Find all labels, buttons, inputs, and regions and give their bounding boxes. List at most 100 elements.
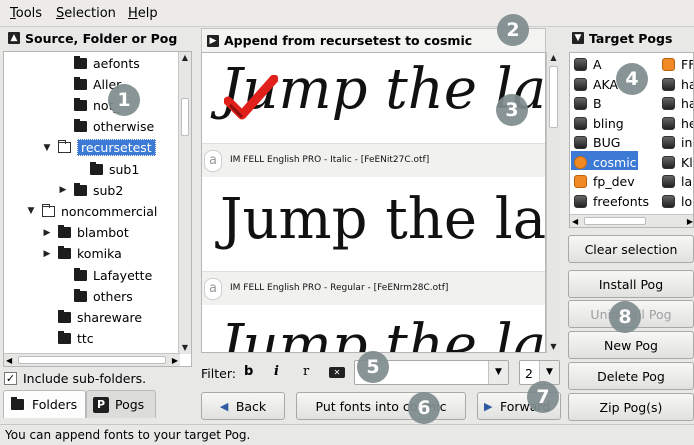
menu-help[interactable]: Help [128, 6, 158, 21]
append-panel-header: ▶ Append from recursetest to cosmic [201, 28, 546, 52]
include-subfolders-row[interactable]: ✓ Include sub-folders. [4, 371, 146, 386]
tree-item-label: sub1 [109, 161, 140, 177]
clear-filter-icon[interactable]: ✕ [329, 367, 345, 378]
tree-item[interactable]: aefonts [58, 53, 140, 73]
arrow-down-icon: ▼ [572, 32, 584, 44]
pog-item-label: Kl [681, 154, 693, 170]
pog-item[interactable]: in [662, 133, 692, 152]
font-type-icon: a [204, 278, 222, 300]
tree-item-label: ttc [77, 331, 94, 347]
font-sample-1[interactable]: Jump the lazy a IM FELL English PRO - It… [202, 53, 545, 183]
tree-item-label: shareware [77, 309, 143, 325]
tree-item[interactable]: others [58, 286, 133, 306]
tree-item-label: aefonts [93, 55, 140, 71]
pog-uninstalled-icon [662, 175, 675, 188]
pog-uninstalled-icon [574, 116, 587, 130]
arrow-left-icon: ◀ [219, 399, 229, 413]
tree-item-label: blambot [77, 225, 129, 241]
put-fonts-button[interactable]: Put fonts into cosmic [296, 392, 466, 420]
install-pog-button[interactable]: Install Pog [568, 270, 694, 298]
pog-uninstalled-icon [662, 136, 675, 149]
scroll-right-icon[interactable]: ▶ [687, 215, 693, 227]
preview-scrollbar[interactable]: ▲ ▼ [546, 52, 560, 353]
scroll-right-icon[interactable]: ▶ [172, 354, 178, 366]
pog-item-label: ha [681, 96, 693, 111]
zip-pogs-button[interactable]: Zip Pog(s) [568, 393, 694, 421]
expander-open-icon[interactable]: ▼ [26, 206, 36, 216]
pog-item-label: in [681, 135, 693, 150]
clear-selection-button[interactable]: Clear selection [568, 235, 694, 263]
scroll-left-icon[interactable]: ◀ [6, 354, 12, 366]
scrollbar-thumb[interactable] [549, 66, 558, 128]
pog-item[interactable]: ha [662, 75, 693, 94]
tree-item[interactable]: shareware [42, 307, 142, 327]
pogs-hscrollbar[interactable]: ◀ ▶ [570, 214, 693, 227]
pog-item[interactable]: la [662, 172, 692, 191]
filter-regular-button[interactable]: r [303, 364, 309, 379]
folder-icon [10, 396, 26, 413]
pog-item[interactable]: Kl [662, 153, 693, 172]
callout-6: 6 [408, 392, 440, 424]
pog-item[interactable]: A [574, 55, 602, 74]
pog-item[interactable]: bling [574, 114, 624, 133]
tab-folders[interactable]: Folders [3, 390, 86, 418]
pog-item[interactable]: AKA [574, 75, 618, 94]
callout-4: 4 [616, 63, 648, 95]
tree-item[interactable]: ▶ komika [42, 244, 122, 264]
scrollbar-thumb[interactable] [181, 98, 189, 136]
menu-selection[interactable]: Selection [56, 6, 116, 21]
chevron-down-icon[interactable]: ▼ [488, 361, 508, 384]
menu-tools[interactable]: Tools [10, 6, 42, 21]
tree-item[interactable]: ▶ blambot [42, 223, 129, 243]
font-sample-3[interactable]: Jump the lazy [202, 309, 545, 352]
scroll-down-icon[interactable]: ▼ [179, 342, 191, 354]
scroll-left-icon[interactable]: ◀ [572, 215, 578, 227]
expander-open-icon[interactable]: ▼ [42, 143, 52, 153]
expander-closed-icon[interactable]: ▶ [42, 228, 52, 238]
include-subfolders-checkbox[interactable]: ✓ [4, 372, 17, 385]
pog-item[interactable]: lo [662, 192, 692, 211]
filter-italic-button[interactable]: i [274, 364, 279, 379]
target-pogs-header: ▼ Target Pogs [567, 27, 694, 49]
folder-tree[interactable]: aefonts Aller not_ otherwise ▼ recursetest sub… [3, 51, 192, 367]
tree-item[interactable]: ttc [42, 329, 94, 349]
pog-item[interactable]: ha [662, 94, 693, 113]
scroll-down-icon[interactable]: ▼ [547, 341, 560, 353]
tree-item[interactable]: Lafayette [58, 265, 152, 285]
sample-info-2: a IM FELL English PRO - Regular - [FeENr… [202, 271, 545, 305]
tree-item[interactable]: otherwise [58, 117, 154, 137]
tree-item-label: komika [77, 246, 122, 262]
pog-item[interactable]: FF [662, 55, 693, 74]
scrollbar-thumb[interactable] [584, 217, 646, 225]
folder-icon [74, 55, 87, 69]
pog-item[interactable]: he [662, 114, 693, 133]
pog-item[interactable]: BUG [574, 133, 620, 152]
tree-hscrollbar[interactable]: ◀ ▶ [4, 353, 180, 366]
tree-item[interactable]: ▶ sub2 [58, 180, 123, 200]
pog-item[interactable]: cosmic [574, 153, 637, 172]
pog-installed-icon [574, 175, 587, 188]
back-button[interactable]: ◀ Back [201, 392, 285, 420]
filter-bold-button[interactable]: b [244, 364, 253, 379]
tree-scrollbar[interactable]: ▲ ▼ [178, 52, 191, 354]
expander-closed-icon[interactable]: ▶ [42, 249, 52, 259]
tree-item[interactable]: ▼ recursetest [42, 138, 156, 158]
new-pog-button[interactable]: New Pog [568, 331, 694, 359]
scroll-up-icon[interactable]: ▲ [547, 52, 560, 64]
pog-item[interactable]: B [574, 94, 602, 113]
folder-icon [58, 246, 71, 260]
pog-uninstalled-icon [662, 116, 675, 130]
tab-pogs[interactable]: P Pogs [86, 390, 156, 418]
font-preview-list[interactable]: Jump the lazy a IM FELL English PRO - It… [201, 52, 546, 353]
pog-item[interactable]: fp_dev [574, 172, 635, 191]
include-subfolders-label: Include sub-folders. [23, 371, 147, 386]
tree-item[interactable]: sub1 [74, 159, 139, 179]
folder-icon [74, 76, 87, 90]
scroll-up-icon[interactable]: ▲ [179, 52, 191, 64]
font-sample-2[interactable]: Jump the lazy a IM FELL English PRO - Re… [202, 179, 545, 309]
expander-closed-icon[interactable]: ▶ [58, 185, 68, 195]
scrollbar-thumb[interactable] [18, 356, 166, 364]
tree-item[interactable]: ▼ noncommercial [26, 201, 157, 221]
pog-item[interactable]: freefonts [574, 192, 649, 211]
delete-pog-button[interactable]: Delete Pog [568, 362, 694, 390]
